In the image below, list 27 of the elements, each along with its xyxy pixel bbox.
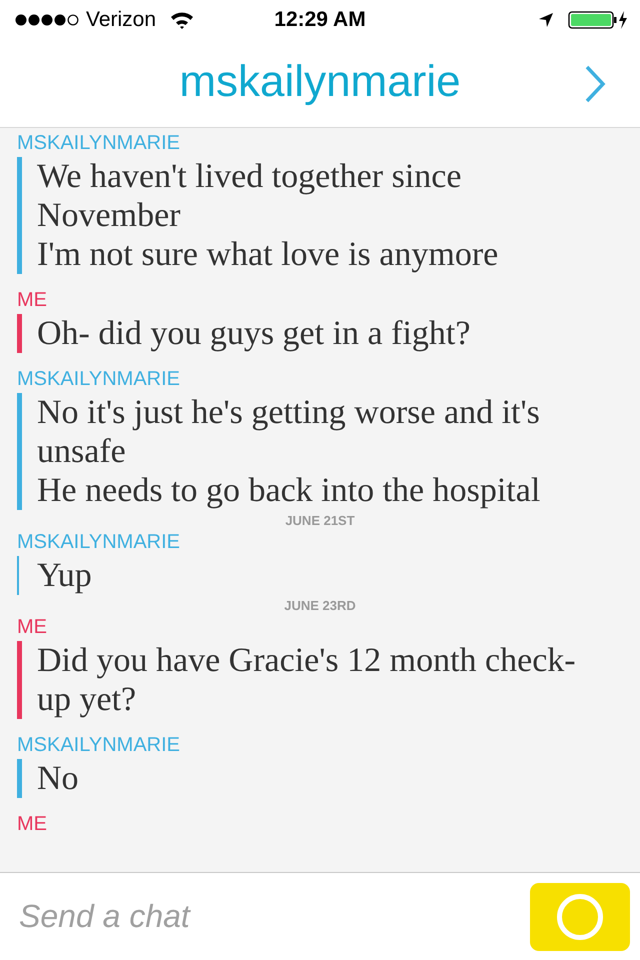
sender-name: MSKAILYNMARIE — [17, 530, 181, 554]
battery-charging-icon — [568, 10, 628, 30]
message-text: He needs to go back into the hospital — [17, 471, 623, 510]
message-text: Yup — [17, 556, 623, 595]
sender-name: MSKAILYNMARIE — [17, 367, 181, 391]
signal-icon — [14, 13, 80, 27]
date-separator: JUNE 21ST — [284, 514, 356, 528]
chat-input-field[interactable]: Send a chat — [17, 897, 530, 936]
sender-name: MSKAILYNMARIE — [17, 131, 181, 155]
sender-name: ME — [17, 812, 48, 836]
message-text: I'm not sure what love is anymore — [17, 235, 623, 274]
message-text: No — [17, 759, 623, 798]
chat-title: mskailynmarie — [179, 56, 461, 106]
sender-name: MSKAILYNMARIE — [17, 733, 181, 757]
wifi-icon — [170, 11, 194, 29]
message-text: We haven't lived together since November — [17, 157, 623, 235]
date-separator: JUNE 23RD — [283, 599, 357, 613]
location-arrow-icon — [538, 12, 554, 28]
camera-button[interactable] — [530, 882, 630, 950]
message-text: No it's just he's getting worse and it's unsafe — [17, 393, 623, 471]
status-time: 12:29 AM — [274, 8, 366, 32]
carrier-name: Verizon — [86, 8, 156, 32]
sender-name: ME — [17, 615, 48, 639]
message-text: Oh- did you guys get in a fight? — [17, 314, 623, 353]
sender-name: ME — [17, 288, 48, 312]
chevron-right-icon[interactable] — [584, 64, 606, 104]
message-text: Did you have Gracie's 12 month check- up yet? — [17, 641, 623, 719]
